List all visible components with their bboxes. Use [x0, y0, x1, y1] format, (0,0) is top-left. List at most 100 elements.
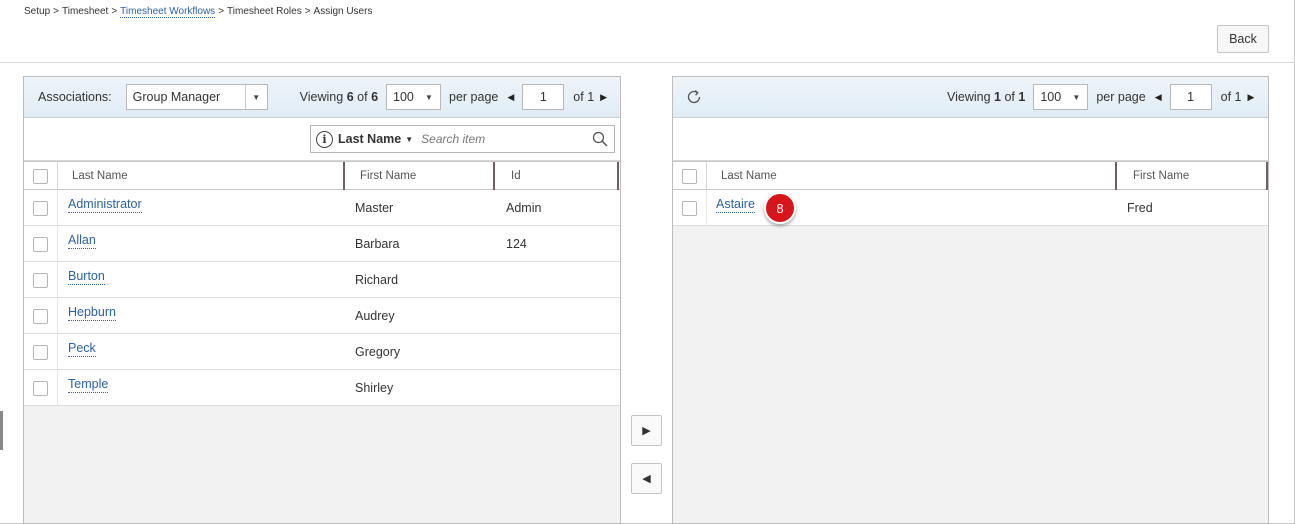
first-name-cell: Richard [355, 273, 399, 287]
breadcrumb-separator: > [111, 6, 118, 17]
caret-down-icon[interactable]: ▼ [405, 135, 413, 144]
viewing-of: of [1004, 90, 1015, 104]
right-filter-bar [673, 118, 1268, 161]
associations-label: Associations: [38, 90, 112, 104]
row-divider [57, 262, 58, 298]
left-page-input[interactable] [522, 84, 565, 110]
column-header-last-name[interactable]: Last Name [72, 162, 342, 190]
chevron-down-icon: ▼ [244, 85, 267, 109]
prev-page-icon[interactable]: ◀ [507, 92, 514, 103]
table-row[interactable]: Allan Barbara 124 [24, 226, 620, 262]
column-header-last-name[interactable]: Last Name [721, 162, 1114, 190]
triangle-right-icon: ▶ [642, 425, 651, 437]
row-divider [57, 190, 58, 226]
associations-value: Group Manager [132, 90, 221, 104]
row-checkbox[interactable] [682, 201, 697, 216]
refresh-icon[interactable] [685, 88, 703, 106]
breadcrumb: Setup > Timesheet > Timesheet Workflows > Time… [24, 6, 372, 18]
row-divider [57, 334, 58, 370]
per-page-label: per page [1096, 90, 1146, 104]
select-all-checkbox[interactable] [682, 169, 697, 184]
right-per-page-select[interactable]: 100 ▼ [1033, 84, 1089, 110]
last-name-link[interactable]: Allan [68, 233, 96, 249]
last-name-link[interactable]: Administrator [68, 197, 142, 213]
table-row[interactable]: Peck Gregory [24, 334, 620, 370]
right-grid-header: Last Name First Name [673, 161, 1268, 190]
viewing-prefix: Viewing [299, 90, 344, 104]
breadcrumb-setup[interactable]: Setup [24, 6, 50, 17]
assigned-users-panel: Viewing 1 of 1 100 ▼ per page ◀ of 1 ▶ L… [672, 76, 1269, 524]
associations-select[interactable]: Group Manager ▼ [125, 84, 268, 110]
viewing-of: of [357, 90, 368, 104]
table-row[interactable]: Astaire Fred [673, 190, 1268, 226]
remove-selected-button[interactable]: ◀ [631, 463, 662, 494]
per-page-label: per page [449, 90, 499, 104]
header-divider [57, 162, 58, 190]
row-divider [57, 226, 58, 262]
left-rows: Administrator Master Admin Allan Barbara… [24, 190, 620, 406]
viewing-total: 1 [1018, 90, 1026, 104]
table-row[interactable]: Temple Shirley [24, 370, 620, 406]
per-page-value: 100 [393, 90, 414, 104]
last-name-link[interactable]: Temple [68, 377, 109, 393]
search-icon[interactable] [592, 131, 608, 147]
select-all-checkbox[interactable] [33, 169, 48, 184]
available-users-panel: Associations: Group Manager ▼ Viewing 6 … [23, 76, 621, 524]
left-grid-header: Last Name First Name Id [24, 161, 620, 190]
left-toolbar: Associations: Group Manager ▼ Viewing 6 … [24, 77, 620, 118]
of-pages: of 1 [1220, 90, 1242, 104]
row-checkbox[interactable] [33, 201, 48, 216]
add-selected-button[interactable]: ▶ [631, 415, 662, 446]
table-row[interactable]: Burton Richard [24, 262, 620, 298]
back-button[interactable]: Back [1217, 25, 1269, 53]
breadcrumb-timesheet-roles[interactable]: Timesheet Roles [227, 6, 302, 17]
row-checkbox[interactable] [33, 309, 48, 324]
right-page-input[interactable] [1169, 84, 1212, 110]
last-name-link[interactable]: Hepburn [68, 305, 116, 321]
prev-page-icon[interactable]: ◀ [1155, 92, 1162, 103]
side-marker [0, 411, 3, 450]
chevron-down-icon: ▼ [425, 92, 433, 102]
triangle-left-icon: ◀ [642, 473, 651, 485]
info-icon[interactable]: i [316, 130, 333, 148]
last-name-link[interactable]: Peck [68, 341, 96, 357]
table-row[interactable]: Hepburn Audrey [24, 298, 620, 334]
breadcrumb-timesheet-workflows[interactable]: Timesheet Workflows [120, 6, 216, 18]
breadcrumb-separator: > [218, 6, 225, 17]
left-per-page-select[interactable]: 100 ▼ [386, 84, 442, 110]
column-header-first-name[interactable]: First Name [1115, 162, 1268, 190]
breadcrumb-separator: > [53, 6, 59, 17]
search-input[interactable] [421, 132, 582, 146]
row-checkbox[interactable] [33, 273, 48, 288]
first-name-cell: Audrey [355, 309, 395, 323]
viewing-count: 6 [346, 90, 354, 104]
row-checkbox[interactable] [33, 237, 48, 252]
next-page-icon[interactable]: ▶ [1248, 92, 1255, 103]
viewing-prefix: Viewing [947, 90, 991, 104]
right-viewing-text: Viewing 1 of 1 [947, 90, 1025, 104]
step-badge: 8 [764, 192, 796, 224]
first-name-cell: Gregory [355, 345, 401, 359]
column-header-first-name[interactable]: First Name [343, 162, 493, 190]
first-name-cell: Master [355, 201, 394, 215]
viewing-total: 6 [371, 90, 379, 104]
search-field-label[interactable]: Last Name [338, 132, 401, 146]
id-cell: Admin [506, 201, 542, 215]
last-name-link[interactable]: Astaire [716, 197, 755, 213]
right-rows: Astaire Fred [673, 190, 1268, 226]
left-search-bar: i Last Name ▼ [24, 118, 620, 161]
header-divider [706, 162, 707, 190]
column-header-id[interactable]: Id [493, 162, 619, 190]
next-page-icon[interactable]: ▶ [600, 92, 607, 103]
last-name-link[interactable]: Burton [68, 269, 105, 285]
breadcrumb-timesheet[interactable]: Timesheet [62, 6, 108, 17]
per-page-value: 100 [1040, 90, 1062, 104]
search-box: i Last Name ▼ [310, 125, 615, 153]
row-checkbox[interactable] [33, 381, 48, 396]
row-divider [57, 298, 58, 334]
row-checkbox[interactable] [33, 345, 48, 360]
row-divider [57, 370, 58, 406]
header-divider [0, 62, 1295, 63]
of-pages: of 1 [573, 90, 595, 104]
table-row[interactable]: Administrator Master Admin [24, 190, 620, 226]
